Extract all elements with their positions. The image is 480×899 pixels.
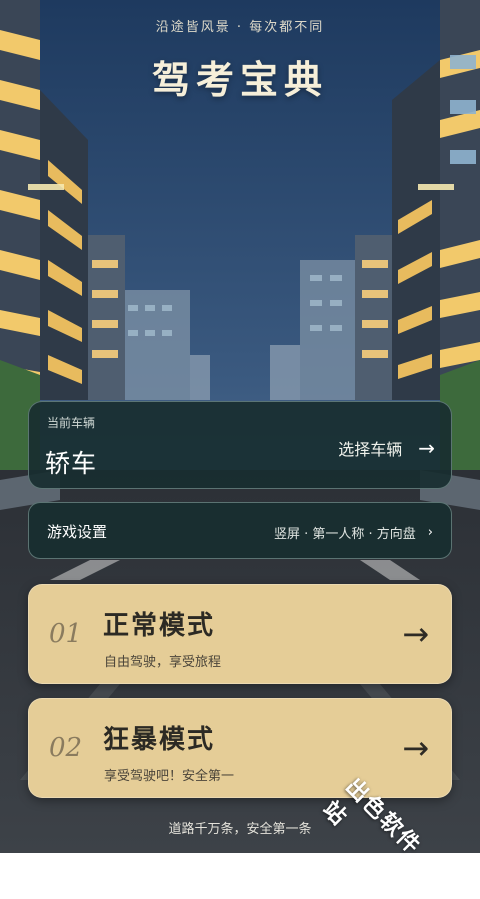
mode-description: 自由驾驶，享受旅程 <box>104 655 222 670</box>
header: 沿途皆风景 · 每次都不同 驾考宝典 <box>0 16 480 104</box>
crazy-mode-button[interactable]: 02 狂暴模式 享受驾驶吧！安全第一 → <box>28 698 452 798</box>
game-settings-value: 竖屏 · 第一人称 · 方向盘 <box>274 527 416 542</box>
select-vehicle-label: 选择车辆 <box>338 440 403 459</box>
mode-number: 02 <box>49 733 83 763</box>
arrow-right-icon: → <box>402 729 429 767</box>
current-vehicle-label: 当前车辆 <box>47 416 96 430</box>
mode-title: 狂暴模式 <box>103 725 216 755</box>
app-title: 驾考宝典 <box>151 58 328 102</box>
select-vehicle-button[interactable]: 选择车辆 → <box>338 436 435 460</box>
tagline: 沿途皆风景 · 每次都不同 <box>155 20 325 35</box>
arrow-right-icon: → <box>402 615 429 653</box>
current-vehicle-card[interactable]: 当前车辆 轿车 选择车辆 → <box>28 401 452 489</box>
current-vehicle-value: 轿车 <box>45 449 98 478</box>
game-settings-card[interactable]: 游戏设置 竖屏 · 第一人称 · 方向盘 › <box>28 502 452 559</box>
normal-mode-button[interactable]: 01 正常模式 自由驾驶，享受旅程 → <box>28 584 452 684</box>
game-settings-summary: 竖屏 · 第一人称 · 方向盘 › <box>274 523 433 542</box>
game-settings-label: 游戏设置 <box>47 523 108 541</box>
chevron-right-icon: › <box>427 525 433 540</box>
arrow-right-icon: → <box>418 436 435 460</box>
mode-number: 01 <box>49 619 83 649</box>
mode-title: 正常模式 <box>103 611 216 641</box>
mode-description: 享受驾驶吧！安全第一 <box>104 769 235 784</box>
